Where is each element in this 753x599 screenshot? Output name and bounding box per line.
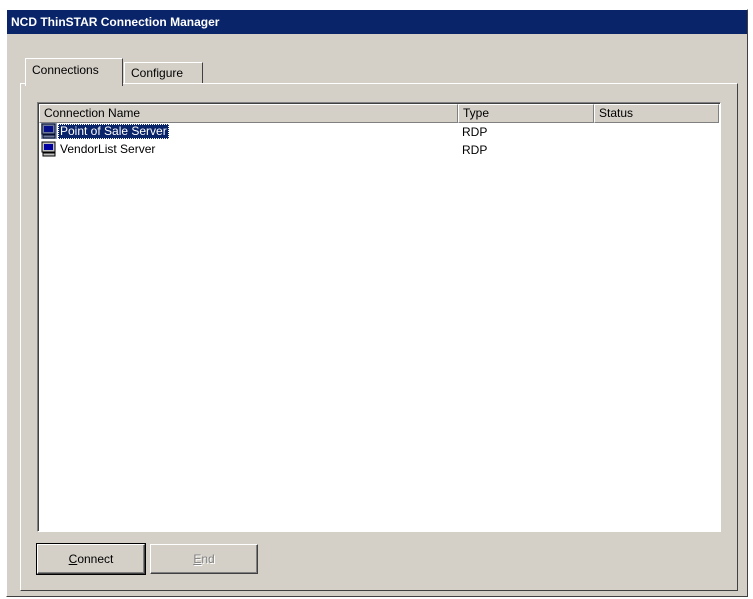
end-label-rest: nd [201, 552, 215, 566]
connections-panel: Connection Name Type Status Point of Sal… [20, 83, 738, 591]
connection-type: RDP [462, 143, 488, 157]
connection-name-cell: VendorList Server [41, 141, 157, 157]
end-button[interactable]: End [150, 544, 258, 574]
column-header-type[interactable]: Type [458, 104, 594, 123]
window-title: NCD ThinSTAR Connection Manager [7, 10, 747, 34]
computer-icon [41, 141, 57, 157]
connection-type: RDP [462, 125, 488, 139]
connect-label-rest: onnect [77, 552, 114, 566]
list-rows: Point of Sale Server RDP VendorList Serv… [39, 123, 719, 159]
connect-button[interactable]: Connect [36, 543, 146, 575]
column-header-status[interactable]: Status [594, 104, 719, 123]
tab-connections[interactable]: Connections [25, 58, 123, 86]
list-header: Connection Name Type Status [39, 104, 719, 123]
connection-name-cell: Point of Sale Server [41, 123, 169, 139]
list-item[interactable]: Point of Sale Server RDP [39, 123, 719, 141]
connect-mnemonic: C [68, 552, 78, 566]
tab-configure[interactable]: Configure [124, 62, 203, 84]
column-header-connection-name[interactable]: Connection Name [39, 104, 458, 123]
connections-list[interactable]: Connection Name Type Status Point of Sal… [37, 102, 721, 532]
connection-name: Point of Sale Server [58, 123, 169, 139]
connection-name: VendorList Server [60, 141, 156, 156]
computer-icon [41, 123, 57, 139]
connection-manager-window: NCD ThinSTAR Connection Manager Connecti… [6, 9, 748, 597]
list-item[interactable]: VendorList Server RDP [39, 141, 719, 159]
